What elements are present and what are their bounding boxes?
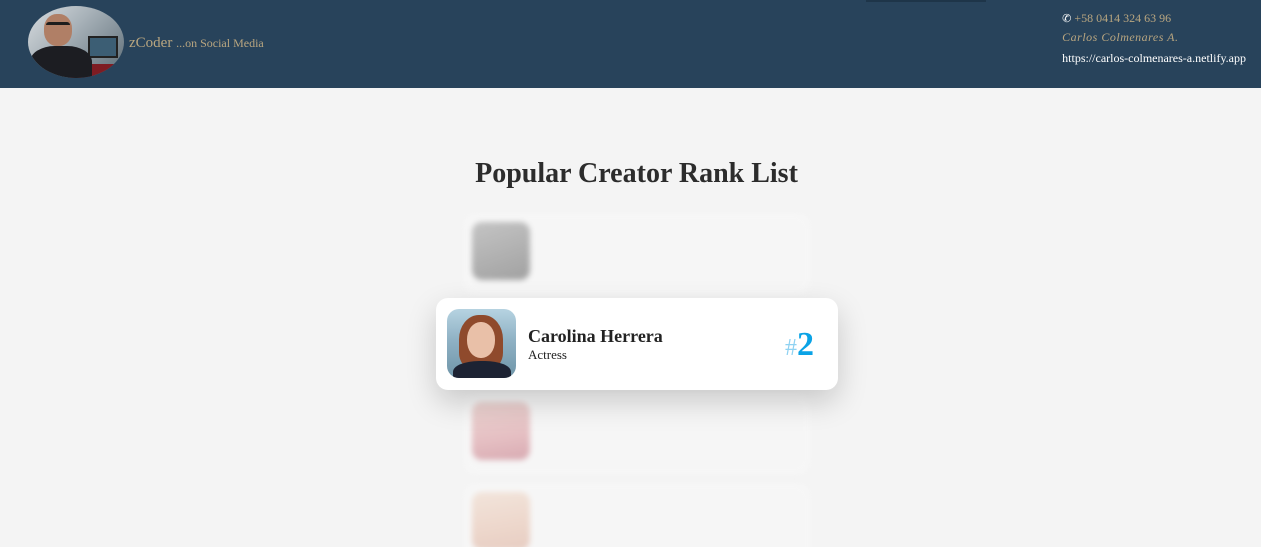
header-divider [866, 0, 986, 2]
creator-photo [447, 309, 516, 378]
rank-hash: # [785, 335, 797, 361]
contact-name: Carlos Colmenares A. [1062, 30, 1179, 44]
rank-value: 2 [797, 326, 814, 363]
phone-number: +58 0414 324 63 96 [1074, 11, 1172, 25]
profile-avatar[interactable] [28, 6, 124, 78]
brand-tagline: ...on Social Media [176, 36, 264, 50]
brand-name: zCoder [129, 35, 173, 51]
rank-card-blurred[interactable] [464, 394, 810, 474]
site-header: zCoder ...on Social Media ✆ +58 0414 324 … [0, 0, 1261, 88]
phone-icon: ✆ [1062, 13, 1072, 25]
creator-role: Actress [528, 347, 567, 362]
rank-card-featured[interactable]: Carolina Herrera Actress #2 [436, 298, 838, 390]
contact-info: ✆ +58 0414 324 63 96 Carlos Colmenares A.… [1062, 11, 1246, 66]
rank-card-blurred[interactable] [464, 214, 810, 294]
brand-title[interactable]: zCoder ...on Social Media [129, 35, 264, 52]
creator-avatar [472, 222, 530, 280]
rank-number: #2 [785, 326, 814, 364]
creator-avatar [472, 402, 530, 460]
creator-name: Carolina Herrera [528, 326, 663, 346]
creator-avatar [472, 492, 530, 547]
rank-card-blurred[interactable] [464, 484, 810, 547]
contact-phone[interactable]: ✆ +58 0414 324 63 96 [1062, 11, 1246, 27]
contact-url-link[interactable]: https://carlos-colmenares-a.netlify.app [1062, 51, 1246, 66]
page-title: Popular Creator Rank List [475, 158, 798, 189]
